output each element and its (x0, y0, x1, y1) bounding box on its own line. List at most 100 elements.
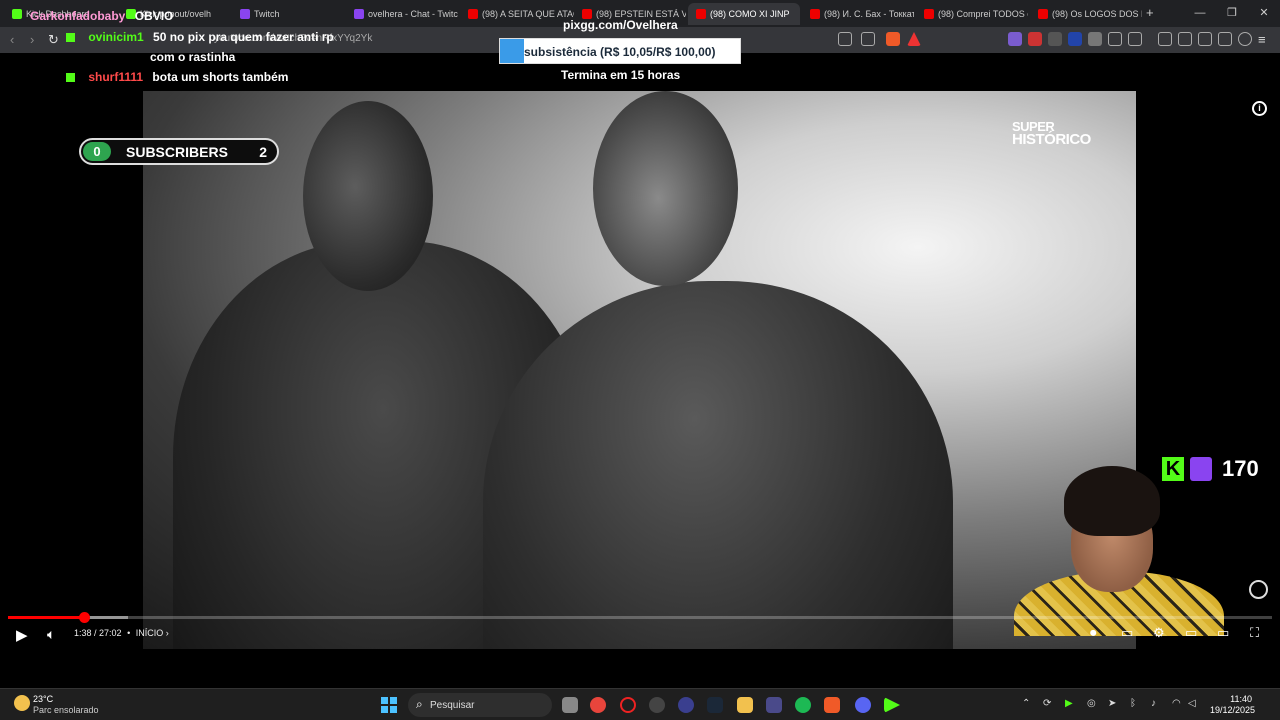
tab-twitch-chat[interactable]: ovelhera - Chat - Twitc (346, 3, 460, 25)
timecode-value: 1:38 / 27:02 (74, 628, 122, 638)
miniplayer-icon[interactable]: ▭ (1185, 625, 1197, 641)
app-icon[interactable] (678, 697, 694, 713)
opera-icon[interactable] (620, 697, 636, 713)
chevron-up-icon[interactable]: ⌃ (1022, 698, 1030, 709)
video-timecode: 1:38 / 27:02 • INÍCIO › (74, 628, 169, 638)
subscribers-counter: 0 SUBSCRIBERS 2 (79, 138, 279, 165)
tab-youtube-bach[interactable]: (98) И. С. Бах - Токкат (802, 3, 914, 25)
task-view-icon[interactable] (562, 697, 578, 713)
minimize-icon[interactable]: — (1184, 0, 1216, 27)
media-icon[interactable] (1158, 32, 1172, 46)
brave-icon[interactable] (824, 697, 840, 713)
windows-taskbar: 23°C Parc ensolarado ⌕ Pesquisar ⌃ ⟳ ▶ ◎… (0, 688, 1280, 720)
tab-youtube-comprei[interactable]: (98) Comprei TODOS o (916, 3, 1028, 25)
play-icon[interactable]: ▶ (16, 626, 28, 644)
screenshot-icon[interactable] (1128, 32, 1142, 46)
chapter-label[interactable]: INÍCIO (136, 628, 164, 638)
sync-icon[interactable]: ⟳ (1043, 698, 1051, 709)
wallet-icon[interactable] (1198, 32, 1212, 46)
settings-gear-icon[interactable]: ⚙ (1153, 625, 1165, 641)
theater-mode-icon[interactable]: ▭ (1217, 625, 1229, 641)
chat-username: Garkonfadobaby (30, 9, 126, 23)
chat-username: ovinicim1 (88, 30, 144, 44)
chat-text: OBVIO (134, 9, 174, 23)
chat-message: shurf1111 bota um shorts também (66, 70, 288, 84)
chat-message: com o rastinha (150, 50, 235, 64)
extension-icon[interactable] (1088, 32, 1102, 46)
chat-message: Garkonfadobaby OBVIO (30, 9, 173, 23)
channel-watermark: SUPER HISTÓRICO (1012, 120, 1091, 147)
clock-time[interactable]: 11:40 (1226, 694, 1252, 704)
new-tab-button[interactable]: + (1146, 5, 1154, 20)
youtube-icon (468, 9, 478, 19)
speaker-icon[interactable]: ◁ (1188, 698, 1196, 709)
tab-youtube-logos[interactable]: (98) Os LOGOS DOS PI (1030, 3, 1142, 25)
app-icon[interactable] (766, 697, 782, 713)
back-icon[interactable]: ‹ (10, 32, 14, 47)
clock-date[interactable]: 19/12/2025 (1210, 705, 1255, 715)
close-window-icon[interactable]: ✕ (1248, 0, 1280, 27)
app-icon[interactable] (649, 697, 665, 713)
webcam-feed (1014, 466, 1224, 636)
extensions-puzzle-icon[interactable] (1108, 32, 1122, 46)
video-progress-bar[interactable] (8, 612, 1272, 623)
played-bar (8, 616, 85, 619)
subtitles-icon[interactable]: ▭ (1121, 625, 1133, 641)
tab-youtube-seita[interactable]: (98) A SEITA QUE ATAC (460, 3, 574, 25)
tab-label: (98) A SEITA QUE ATAC (482, 9, 574, 19)
leo-ai-icon[interactable] (1218, 32, 1232, 46)
window-controls: — ❐ ✕ (1184, 0, 1280, 27)
maximize-icon[interactable]: ❐ (1216, 0, 1248, 27)
discord-icon[interactable] (855, 697, 871, 713)
taskbar-search[interactable]: ⌕ Pesquisar (408, 693, 552, 717)
youtube-icon (1038, 9, 1048, 19)
brave-shield-icon[interactable] (886, 32, 900, 46)
cast-icon[interactable] (838, 32, 852, 46)
app-tray-icon[interactable]: ➤ (1108, 698, 1116, 709)
bluetooth-icon[interactable]: ᛒ (1130, 698, 1136, 709)
extension-icon[interactable] (1068, 32, 1082, 46)
menu-icon[interactable]: ≡ (1258, 32, 1266, 47)
wifi-icon[interactable]: ◠ (1172, 698, 1181, 709)
extension-icon[interactable] (1008, 32, 1022, 46)
steam-icon[interactable] (707, 697, 723, 713)
forward-icon[interactable]: › (30, 32, 34, 47)
play-tray-icon[interactable]: ▶ (1065, 698, 1073, 709)
weather-temperature[interactable]: 23°C (33, 694, 53, 704)
spotify-icon[interactable] (795, 697, 811, 713)
volume-icon[interactable]: 🔈︎ (47, 626, 55, 643)
tab-label: (98) COMO XI JINP (710, 9, 790, 19)
chat-text: bota um shorts também (152, 70, 289, 84)
chevron-right-icon[interactable]: › (166, 628, 169, 638)
microphone-icon[interactable]: ♪ (1151, 698, 1156, 709)
vpn-icon[interactable] (1238, 32, 1252, 46)
fullscreen-icon[interactable]: ⛶ (1250, 625, 1259, 641)
video-figure (303, 101, 433, 291)
goal-progress-fill (500, 39, 525, 63)
app-tray-icon[interactable]: ◎ (1087, 698, 1096, 709)
file-explorer-icon[interactable] (737, 697, 753, 713)
youtube-icon (924, 9, 934, 19)
youtube-icon (810, 9, 820, 19)
extension-icon[interactable] (1028, 32, 1042, 46)
brave-rewards-icon[interactable] (907, 32, 921, 46)
autoplay-toggle-icon[interactable]: ⏺ (1090, 625, 1097, 641)
info-icon[interactable]: i (1252, 101, 1267, 116)
tab-youtube-active[interactable]: (98) COMO XI JINP ✕ (688, 3, 800, 25)
extension-icon[interactable] (1048, 32, 1062, 46)
weather-description[interactable]: Parc ensolarado (33, 705, 99, 715)
viewer-count: 170 (1222, 456, 1259, 481)
windows-start-icon[interactable] (381, 697, 397, 713)
share-icon[interactable] (861, 32, 875, 46)
chrome-icon[interactable] (590, 697, 606, 713)
globe-icon[interactable] (1249, 580, 1268, 599)
search-icon: ⌕ (416, 697, 423, 711)
reload-icon[interactable]: ↻ (48, 32, 59, 48)
tab-twitch[interactable]: Twitch (232, 3, 346, 25)
scrubber-handle[interactable] (79, 612, 91, 623)
sidebar-icon[interactable] (1178, 32, 1192, 46)
video-frame[interactable]: SUPER HISTÓRICO (143, 91, 1136, 649)
chat-text: com o rastinha (150, 50, 236, 64)
weather-sun-icon[interactable] (14, 695, 30, 711)
kick-studio-icon[interactable] (884, 697, 900, 713)
